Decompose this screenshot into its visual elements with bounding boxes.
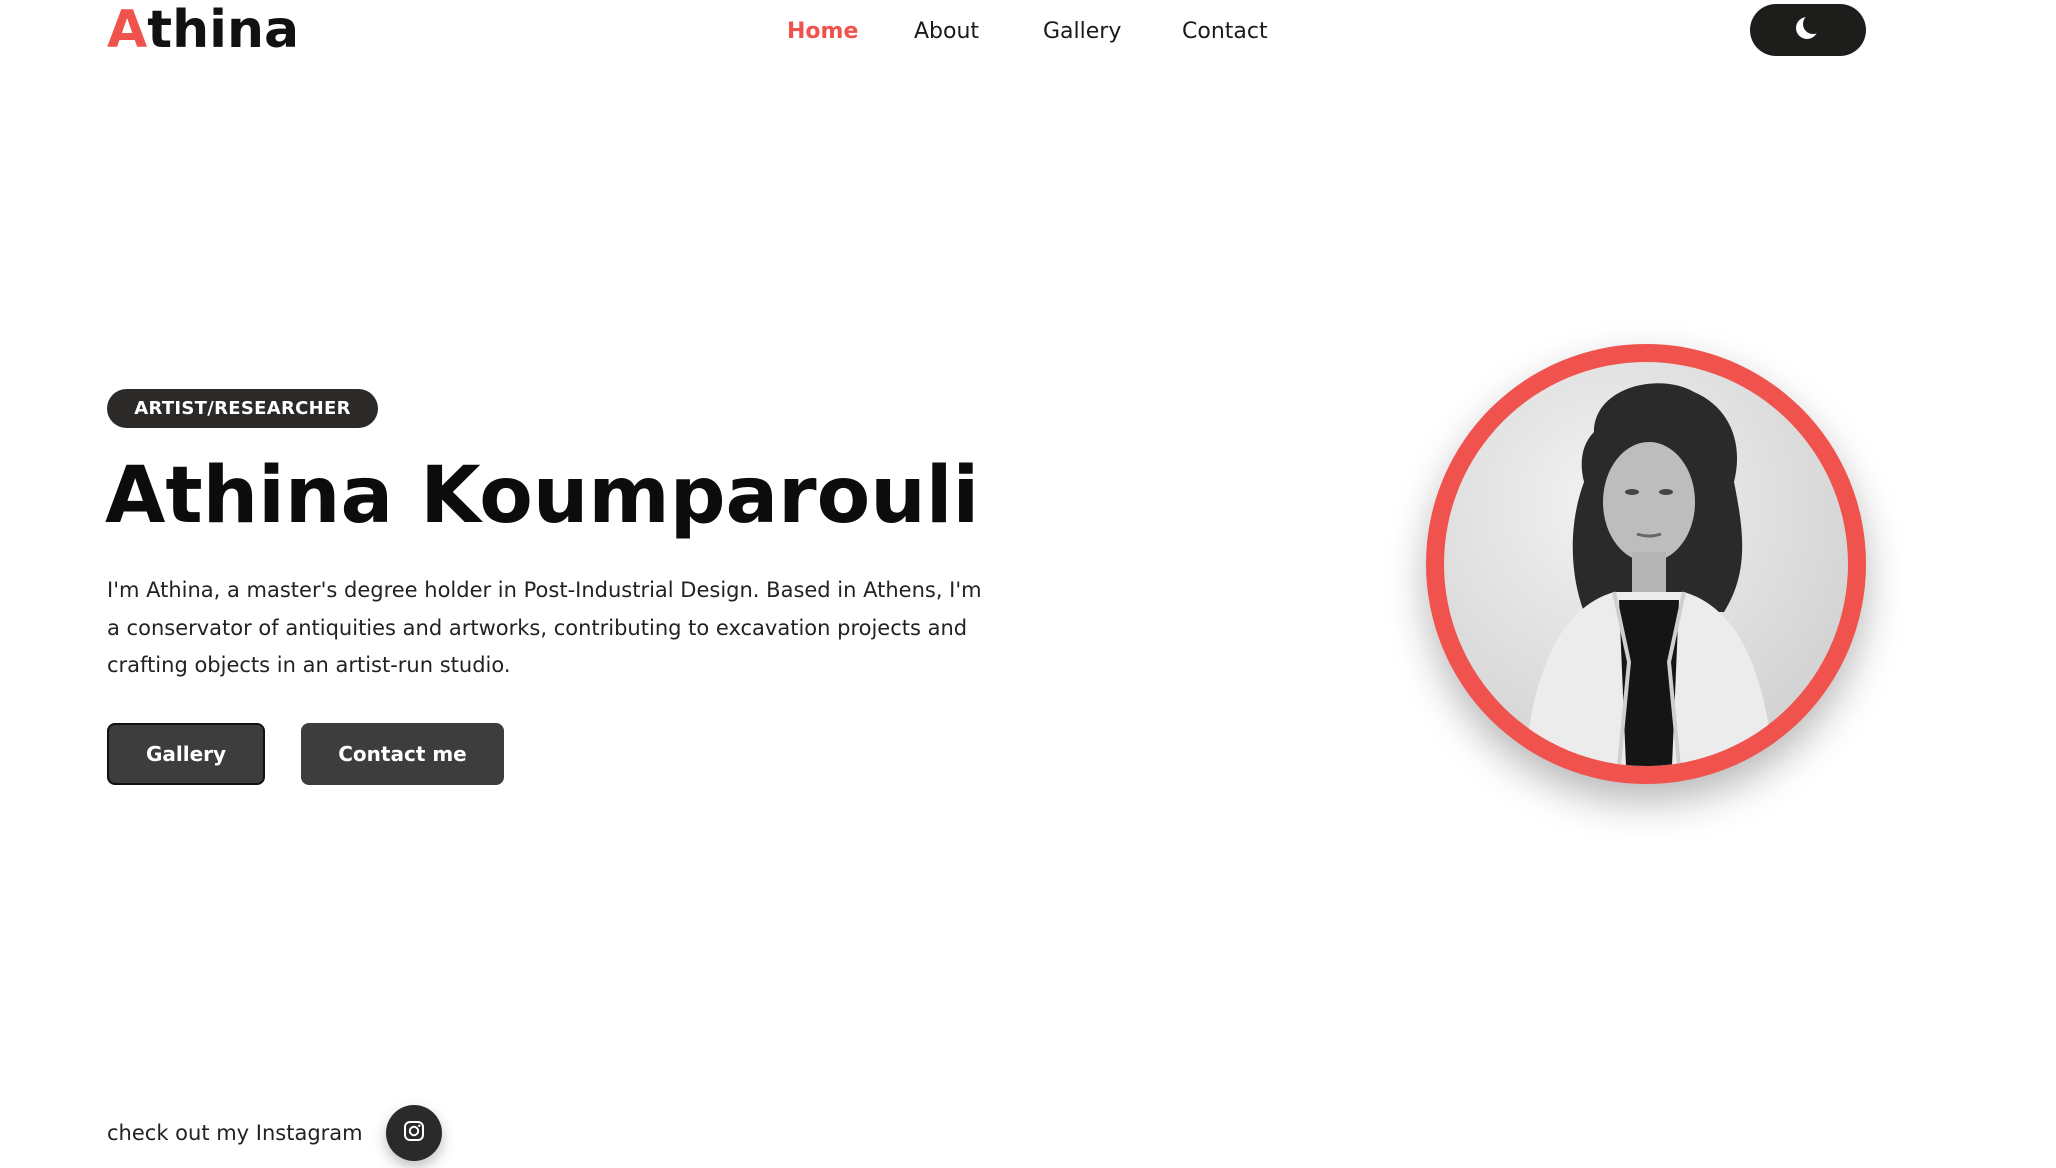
- instagram-label: check out my Instagram: [107, 1121, 363, 1145]
- gallery-button[interactable]: Gallery: [107, 723, 265, 785]
- nav-contact[interactable]: Contact: [1182, 14, 1268, 50]
- portrait-photo: [1444, 362, 1848, 766]
- hero-title: Athina Koumparouli: [105, 451, 980, 541]
- hero-bio: I'm Athina, a master's degree holder in …: [107, 578, 982, 677]
- role-badge: ARTIST/RESEARCHER: [107, 389, 378, 428]
- nav-gallery[interactable]: Gallery: [1043, 14, 1121, 50]
- moon-icon: [1793, 13, 1823, 47]
- portrait-frame: [1426, 344, 1866, 784]
- instagram-icon: [403, 1120, 425, 1146]
- nav-home[interactable]: Home: [787, 14, 858, 50]
- instagram-button[interactable]: [386, 1105, 442, 1161]
- theme-toggle-button[interactable]: [1750, 4, 1866, 56]
- nav-about[interactable]: About: [914, 14, 979, 50]
- contact-me-button[interactable]: Contact me: [301, 723, 504, 785]
- main-nav: Home About Gallery Contact: [0, 14, 2056, 50]
